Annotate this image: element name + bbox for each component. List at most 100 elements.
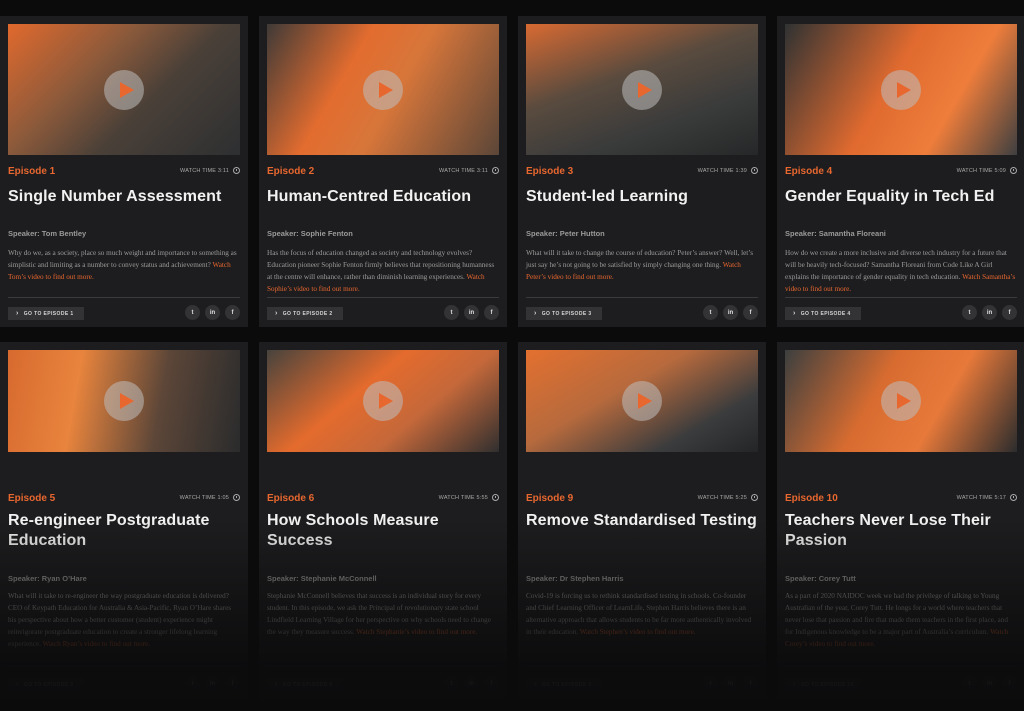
linkedin-icon[interactable]: in: [205, 676, 220, 691]
go-to-episode-label: GO TO EPISODE 9: [541, 681, 592, 688]
facebook-icon[interactable]: f: [484, 676, 499, 691]
chevron-right-icon: ›: [793, 310, 796, 317]
linkedin-icon[interactable]: in: [464, 676, 479, 691]
episode-meta: Episode 6 WATCH TIME 5:55: [267, 493, 499, 507]
twitter-icon[interactable]: t: [185, 676, 200, 691]
go-to-episode-label: GO TO EPISODE 4: [800, 310, 851, 317]
facebook-icon[interactable]: f: [484, 305, 499, 320]
go-to-episode-button[interactable]: › GO TO EPISODE 10: [785, 678, 861, 691]
play-icon[interactable]: [622, 69, 662, 110]
facebook-icon[interactable]: f: [1002, 676, 1017, 691]
episode-description: As a part of 2020 NAIDOC week we had the…: [785, 590, 1017, 650]
linkedin-icon[interactable]: in: [982, 676, 997, 691]
card-divider: [267, 297, 499, 298]
description-text: Why do we, as a society, place so much w…: [8, 249, 237, 269]
episode-meta: Episode 1 WATCH TIME 3:11: [8, 166, 240, 180]
go-to-episode-button[interactable]: › GO TO EPISODE 6: [267, 678, 343, 691]
play-icon[interactable]: [104, 381, 144, 421]
social-share: t in f: [703, 676, 758, 691]
twitter-icon[interactable]: t: [703, 305, 718, 320]
episode-meta: Episode 10 WATCH TIME 5:17: [785, 493, 1017, 507]
facebook-icon[interactable]: f: [743, 305, 758, 320]
card-divider: [8, 297, 240, 298]
episode-title: Teachers Never Lose Their Passion: [785, 512, 991, 549]
go-to-episode-button[interactable]: › GO TO EPISODE 5: [8, 678, 84, 691]
episode-description: Why do we, as a society, place so much w…: [8, 247, 240, 283]
go-to-episode-button[interactable]: › GO TO EPISODE 1: [8, 307, 84, 320]
episode-title: Student-led Learning: [526, 188, 688, 205]
episode-meta: Episode 3 WATCH TIME 1:39: [526, 166, 758, 180]
social-share: t in f: [185, 305, 240, 320]
play-icon[interactable]: [363, 381, 403, 421]
card-divider: [785, 297, 1017, 298]
video-thumbnail[interactable]: [526, 24, 758, 155]
go-to-episode-label: GO TO EPISODE 3: [541, 310, 592, 317]
video-thumbnail[interactable]: [8, 24, 240, 155]
watch-video-link[interactable]: Watch Stephanie’s video to find out more…: [356, 628, 477, 636]
episode-title: Single Number Assessment: [8, 188, 222, 205]
go-to-episode-button[interactable]: › GO TO EPISODE 4: [785, 307, 861, 320]
description-text: What will it take to change the course o…: [526, 249, 754, 269]
chevron-right-icon: ›: [275, 310, 278, 317]
watch-time-label: WATCH TIME 1:39: [697, 167, 747, 174]
go-to-episode-button[interactable]: › GO TO EPISODE 9: [526, 678, 602, 691]
linkedin-icon[interactable]: in: [723, 676, 738, 691]
video-thumbnail[interactable]: [8, 350, 240, 452]
play-icon[interactable]: [363, 69, 403, 110]
episode-number: Episode 10: [785, 493, 838, 504]
watch-video-link[interactable]: Watch Stephen’s video to find out more.: [580, 628, 696, 636]
episode-meta: Episode 9 WATCH TIME 5:25: [526, 493, 758, 507]
facebook-icon[interactable]: f: [225, 305, 240, 320]
play-icon[interactable]: [881, 69, 921, 110]
linkedin-icon[interactable]: in: [982, 305, 997, 320]
episode-card: Episode 6 WATCH TIME 5:55 How Schools Me…: [259, 342, 507, 702]
chevron-right-icon: ›: [275, 681, 278, 688]
video-thumbnail[interactable]: [785, 350, 1017, 452]
twitter-icon[interactable]: t: [962, 676, 977, 691]
go-to-episode-button[interactable]: › GO TO EPISODE 3: [526, 307, 602, 320]
go-to-episode-label: GO TO EPISODE 5: [23, 681, 74, 688]
video-thumbnail[interactable]: [526, 350, 758, 452]
video-thumbnail[interactable]: [267, 24, 499, 155]
episode-number: Episode 1: [8, 166, 56, 177]
watch-time-label: WATCH TIME 3:11: [439, 167, 488, 174]
episode-description: What will it take to re-engineer the way…: [8, 590, 240, 650]
card-footer: › GO TO EPISODE 9 t in f: [526, 676, 758, 692]
speaker-name: Speaker: Stephanie McConnell: [267, 574, 377, 583]
watch-video-link[interactable]: Watch Ryan’s video to find out more.: [43, 640, 151, 648]
episode-description: How do we create a more inclusive and di…: [785, 247, 1017, 295]
card-divider: [526, 666, 758, 667]
episode-meta: Episode 5 WATCH TIME 1:05: [8, 493, 240, 507]
watch-time: WATCH TIME 3:11: [180, 167, 240, 174]
facebook-icon[interactable]: f: [225, 676, 240, 691]
play-icon[interactable]: [881, 381, 921, 421]
card-divider: [267, 666, 499, 667]
chevron-right-icon: ›: [16, 310, 19, 317]
watch-time: WATCH TIME 5:25: [698, 494, 758, 501]
facebook-icon[interactable]: f: [1002, 305, 1017, 320]
twitter-icon[interactable]: t: [444, 305, 459, 320]
twitter-icon[interactable]: t: [185, 305, 200, 320]
episode-number: Episode 2: [267, 166, 315, 177]
clock-icon: [751, 167, 758, 174]
video-thumbnail[interactable]: [267, 350, 499, 452]
linkedin-icon[interactable]: in: [723, 305, 738, 320]
play-icon[interactable]: [104, 69, 144, 110]
chevron-right-icon: ›: [534, 310, 537, 317]
speaker-name: Speaker: Tom Bentley: [8, 229, 87, 238]
linkedin-icon[interactable]: in: [464, 305, 479, 320]
linkedin-icon[interactable]: in: [205, 305, 220, 320]
card-footer: › GO TO EPISODE 10 t in f: [785, 676, 1017, 692]
video-thumbnail[interactable]: [785, 24, 1017, 155]
twitter-icon[interactable]: t: [444, 676, 459, 691]
play-icon[interactable]: [622, 381, 662, 421]
chevron-right-icon: ›: [534, 681, 537, 688]
twitter-icon[interactable]: t: [962, 305, 977, 320]
go-to-episode-button[interactable]: › GO TO EPISODE 2: [267, 307, 343, 320]
chevron-right-icon: ›: [793, 681, 796, 688]
facebook-icon[interactable]: f: [743, 676, 758, 691]
card-footer: › GO TO EPISODE 2 t in f: [267, 305, 499, 321]
twitter-icon[interactable]: t: [703, 676, 718, 691]
card-footer: › GO TO EPISODE 6 t in f: [267, 676, 499, 692]
speaker-name: Speaker: Dr Stephen Harris: [526, 574, 624, 583]
